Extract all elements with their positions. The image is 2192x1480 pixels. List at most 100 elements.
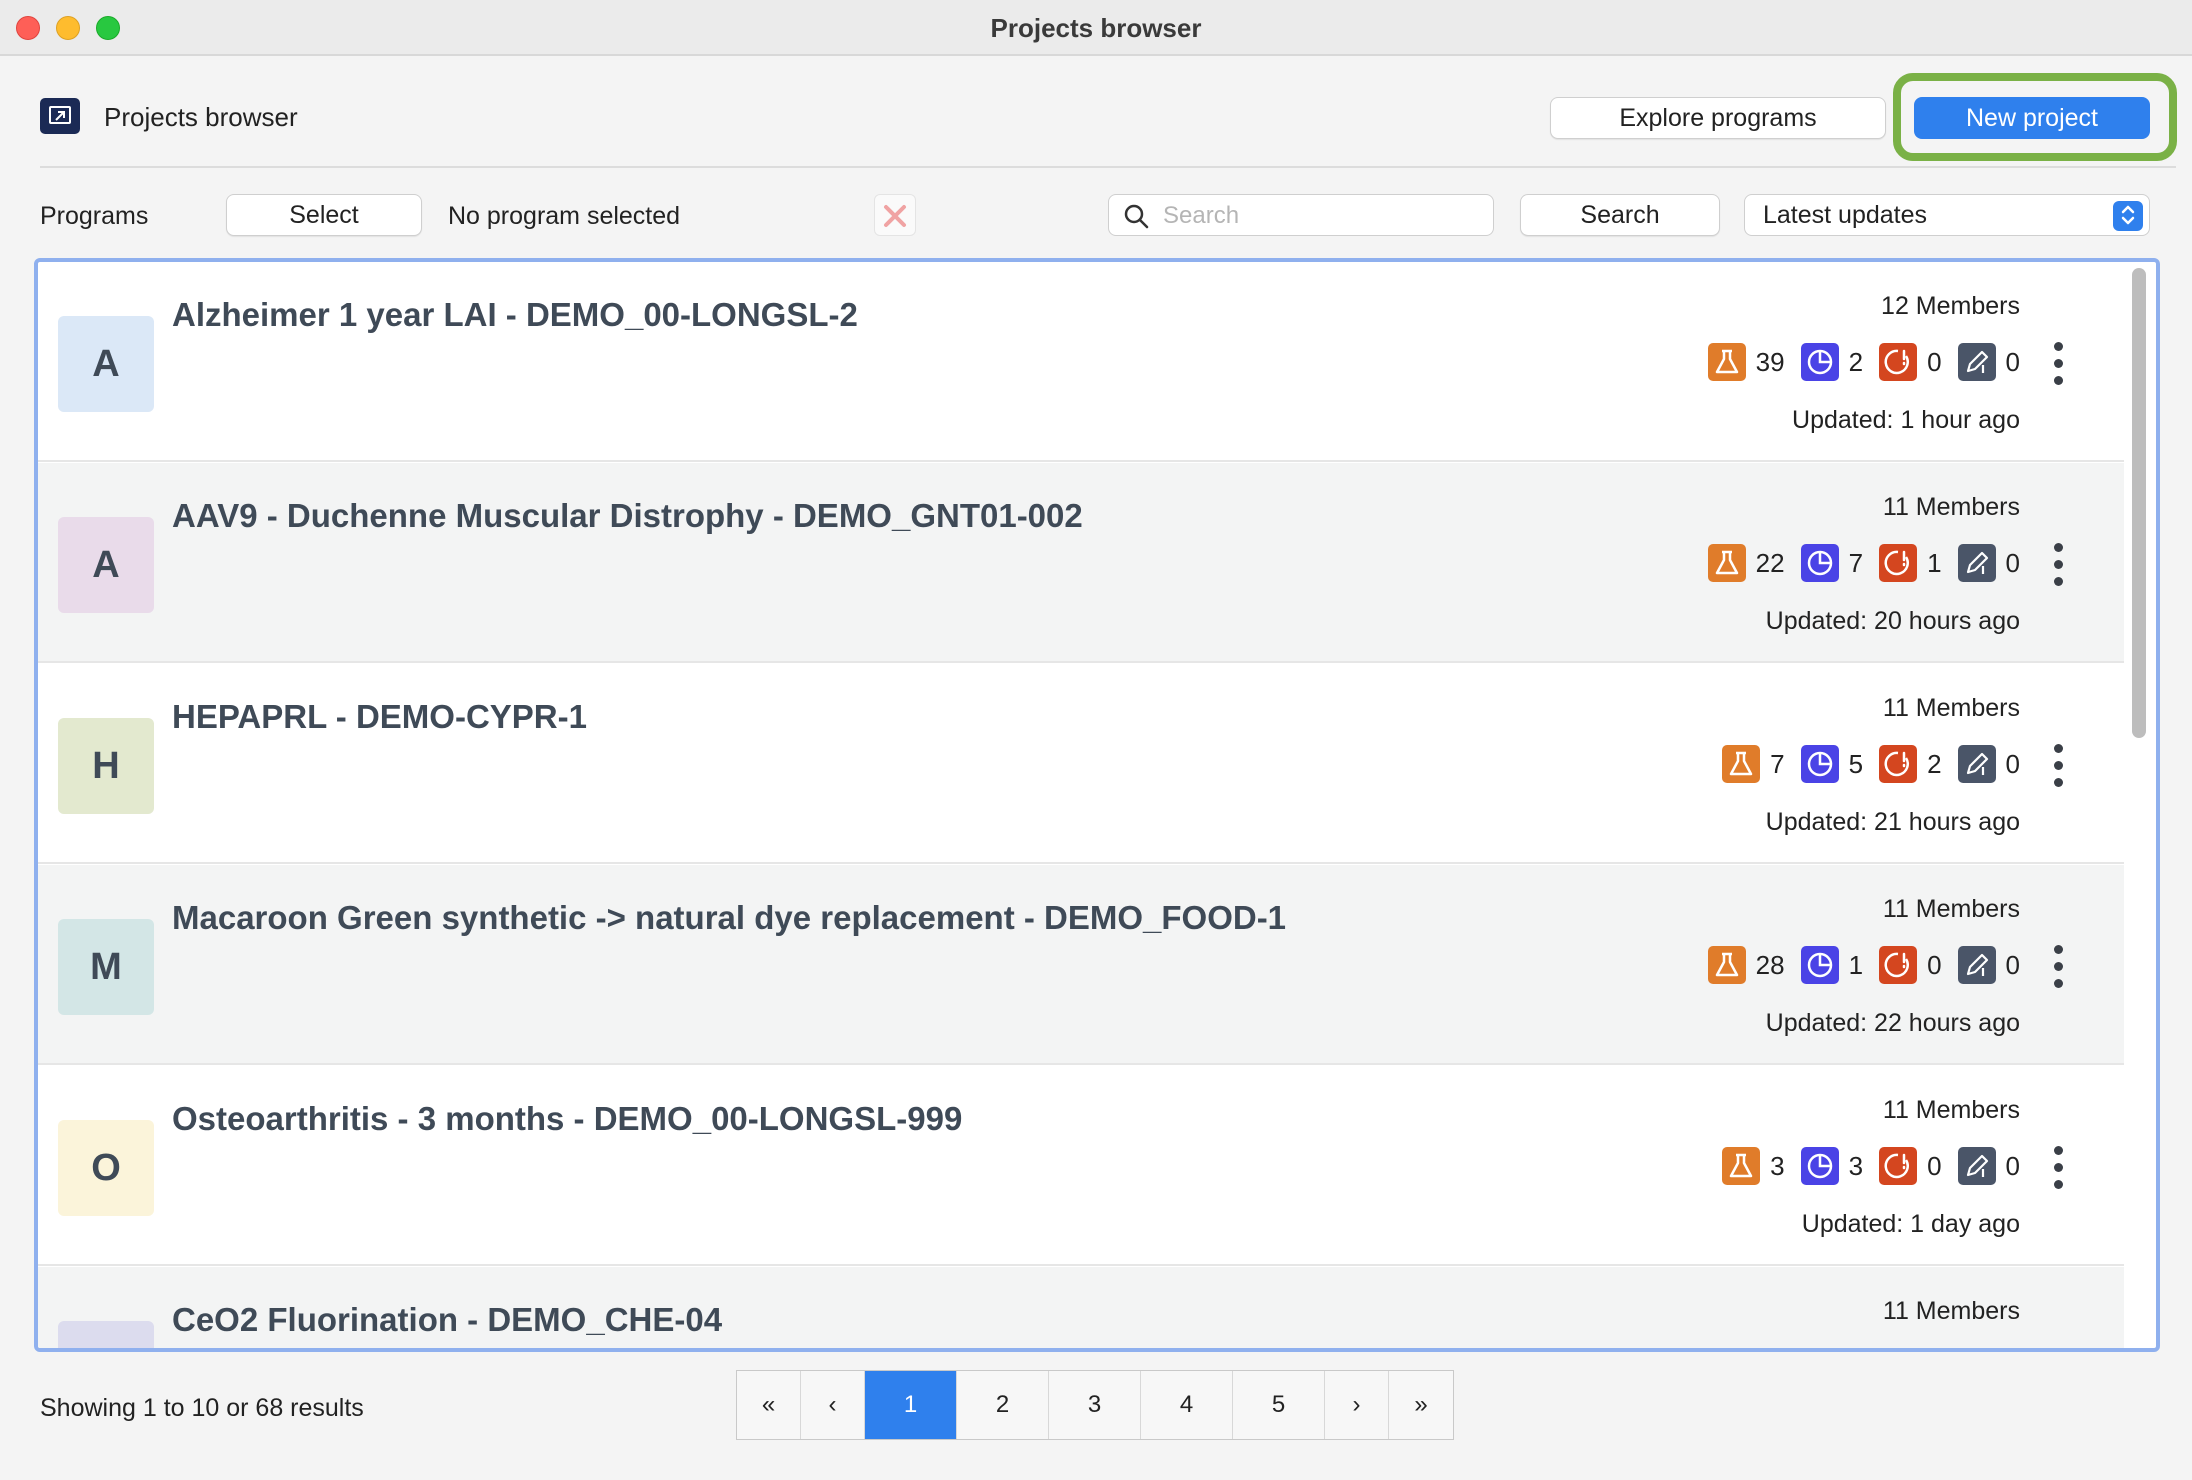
app-title: Projects browser <box>104 102 298 132</box>
project-updated: Updated: 22 hours ago <box>1765 1009 2020 1037</box>
project-stats: 39 2 0 0 <box>1707 340 2020 384</box>
project-updated: Updated: 20 hours ago <box>1765 607 2020 635</box>
project-members: 11 Members <box>1882 1096 2020 1124</box>
project-list[interactable]: C CeO2 Fluorination - DEMO_CHE-04 11 Membe… <box>34 258 2160 1352</box>
page-button-4[interactable]: 4 <box>1141 1371 1233 1439</box>
project-title[interactable]: Osteoarthritis - 3 months - DEMO_00-LONG… <box>172 1100 962 1138</box>
project-avatar: A <box>58 517 154 613</box>
issues-count: 0 <box>1927 949 1942 980</box>
issues-count: 2 <box>1927 748 1942 779</box>
pie-chart-icon <box>1800 1147 1839 1185</box>
flask-icon <box>1707 946 1746 984</box>
project-title[interactable]: Macaroon Green synthetic -> natural dye … <box>172 899 1286 937</box>
page-button-1[interactable]: 1 <box>865 1371 957 1439</box>
search-input[interactable] <box>1163 199 1483 233</box>
issues-count: 0 <box>1927 346 1942 377</box>
project-updated: Updated: 21 hours ago <box>1765 808 2020 836</box>
header-divider <box>40 166 2176 168</box>
project-members: 12 Members <box>1881 292 2020 320</box>
projects-browser-window: Projects browser Projects browser Explor… <box>0 0 2192 1480</box>
pen-icon <box>1957 745 1996 783</box>
selected-program-text: No program selected <box>448 202 681 230</box>
pie-chart-icon <box>1800 343 1839 381</box>
clear-program-icon[interactable] <box>874 194 916 236</box>
experiments-count: 3 <box>1770 1150 1785 1181</box>
project-title[interactable]: AAV9 - Duchenne Muscular Distrophy - DEM… <box>172 497 1083 535</box>
project-title[interactable]: Alzheimer 1 year LAI - DEMO_00-LONGSL-2 <box>172 296 858 334</box>
prev-page-button[interactable]: ‹ <box>801 1371 865 1439</box>
more-options-icon[interactable] <box>2048 543 2068 593</box>
sort-select[interactable]: Latest updates <box>1744 194 2150 236</box>
page-button-2[interactable]: 2 <box>957 1371 1049 1439</box>
project-stats: 22 7 1 0 <box>1707 541 2020 585</box>
alert-icon <box>1879 1147 1918 1185</box>
project-stats: 7 5 2 0 <box>1722 742 2020 786</box>
notes-count: 0 <box>2005 1150 2020 1181</box>
pen-icon <box>1957 946 1996 984</box>
experiments-count: 28 <box>1755 949 1785 980</box>
pie-chart-icon <box>1800 745 1839 783</box>
alert-icon <box>1879 946 1918 984</box>
project-row[interactable]: O Osteoarthritis - 3 months - DEMO_00-LON… <box>38 1066 2124 1266</box>
pen-icon <box>1957 544 1996 582</box>
first-page-button[interactable]: « <box>737 1371 801 1439</box>
project-updated: Updated: 1 day ago <box>1801 1210 2020 1238</box>
analyses-count: 1 <box>1848 949 1864 980</box>
search-icon <box>1124 204 1149 229</box>
list-scrollbar[interactable] <box>2132 268 2146 1348</box>
search-field[interactable] <box>1108 194 1494 236</box>
project-stats: 28 1 0 0 <box>1707 943 2020 987</box>
notes-count: 0 <box>2005 949 2020 980</box>
project-avatar: H <box>58 718 154 814</box>
explore-programs-button[interactable]: Explore programs <box>1550 97 1886 139</box>
pen-icon <box>1957 343 1996 381</box>
next-page-button[interactable]: › <box>1325 1371 1389 1439</box>
analyses-count: 3 <box>1848 1150 1864 1181</box>
select-program-button[interactable]: Select <box>226 194 422 236</box>
more-options-icon[interactable] <box>2048 945 2068 995</box>
page-button-3[interactable]: 3 <box>1049 1371 1141 1439</box>
project-title[interactable]: HEPAPRL - DEMO-CYPR-1 <box>172 698 587 736</box>
project-row[interactable]: A AAV9 - Duchenne Muscular Distrophy - DE… <box>38 463 2124 663</box>
project-avatar: A <box>58 316 154 412</box>
experiments-count: 7 <box>1770 748 1785 779</box>
project-row[interactable]: M Macaroon Green synthetic -> natural dye… <box>38 865 2124 1065</box>
notes-count: 0 <box>2005 748 2020 779</box>
alert-icon <box>1879 544 1918 582</box>
pie-chart-icon <box>1800 946 1839 984</box>
project-avatar: M <box>58 919 154 1015</box>
project-members: 11 Members <box>1882 493 2020 521</box>
project-row[interactable]: C CeO2 Fluorination - DEMO_CHE-04 11 Membe… <box>38 1267 2124 1348</box>
page-button-5[interactable]: 5 <box>1233 1371 1325 1439</box>
experiments-count: 22 <box>1755 547 1785 578</box>
project-title[interactable]: CeO2 Fluorination - DEMO_CHE-04 <box>172 1301 722 1339</box>
title-bar: Projects browser <box>0 0 2192 56</box>
pie-chart-icon <box>1800 544 1839 582</box>
project-members: 11 Members <box>1882 694 2020 722</box>
alert-icon <box>1879 343 1918 381</box>
results-summary: Showing 1 to 10 or 68 results <box>40 1394 364 1422</box>
flask-icon <box>1707 544 1746 582</box>
project-updated: Updated: 1 hour ago <box>1792 406 2020 434</box>
notes-count: 0 <box>2005 346 2020 377</box>
project-avatar: C <box>58 1321 154 1348</box>
analyses-count: 2 <box>1848 346 1864 377</box>
search-button[interactable]: Search <box>1520 194 1720 236</box>
more-options-icon[interactable] <box>2048 744 2068 794</box>
chevron-updown-icon <box>2113 201 2143 231</box>
experiments-count: 39 <box>1755 346 1785 377</box>
new-project-button[interactable]: New project <box>1914 97 2150 139</box>
project-row[interactable]: A Alzheimer 1 year LAI - DEMO_00-LONGSL-2… <box>38 262 2124 462</box>
last-page-button[interactable]: » <box>1389 1371 1453 1439</box>
analyses-count: 5 <box>1848 748 1864 779</box>
pagination: « ‹ 1 2 3 4 5 › » <box>736 1370 1454 1440</box>
scrollbar-thumb[interactable] <box>2132 268 2146 738</box>
projects-app-icon <box>40 98 80 134</box>
alert-icon <box>1879 745 1918 783</box>
project-row[interactable]: H HEPAPRL - DEMO-CYPR-1 11 Members 7 5 2 0… <box>38 664 2124 864</box>
more-options-icon[interactable] <box>2048 1146 2068 1196</box>
window-title: Projects browser <box>990 13 1202 43</box>
notes-count: 0 <box>2005 547 2020 578</box>
flask-icon <box>1707 343 1746 381</box>
more-options-icon[interactable] <box>2048 342 2068 392</box>
